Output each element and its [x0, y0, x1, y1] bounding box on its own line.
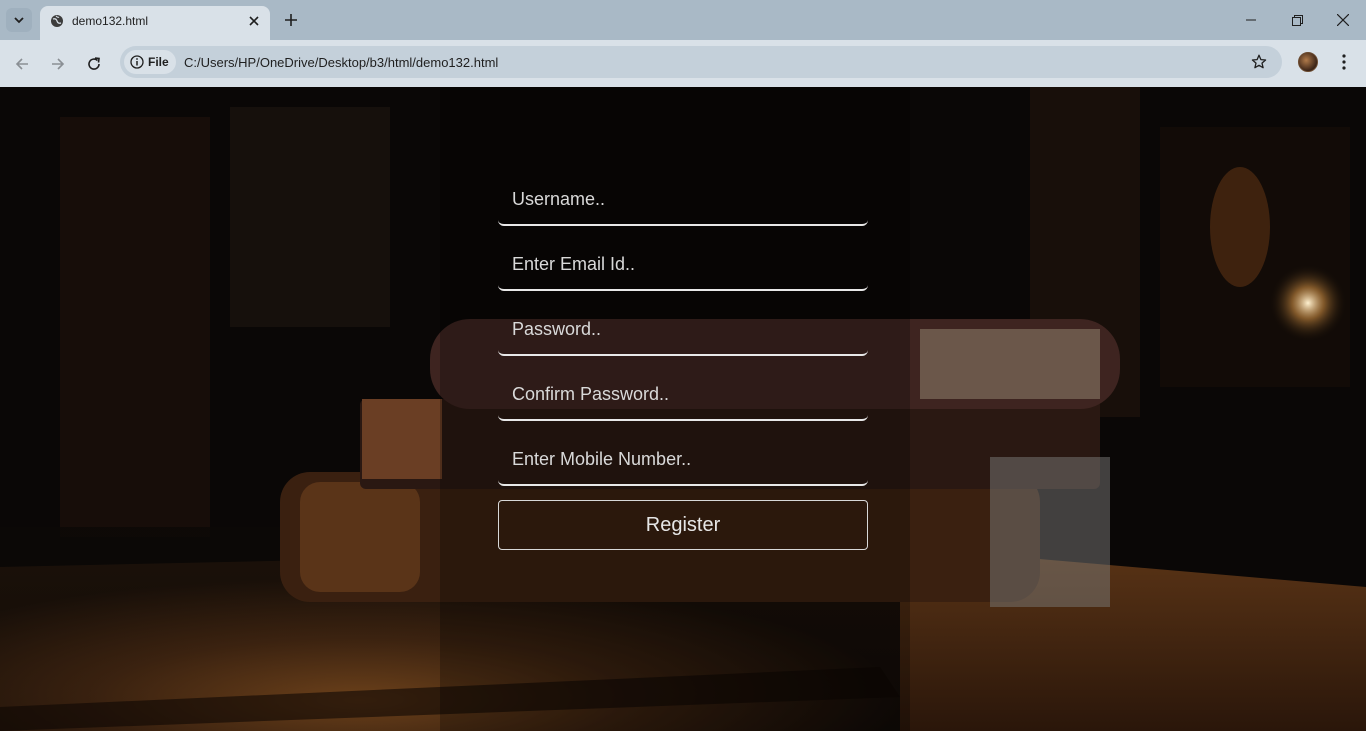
bookmark-button[interactable] — [1250, 53, 1268, 71]
forward-arrow-icon — [52, 58, 65, 70]
forward-button[interactable] — [44, 50, 72, 78]
reload-button[interactable] — [80, 50, 108, 78]
site-chip-label: File — [148, 55, 169, 69]
back-arrow-icon — [15, 58, 28, 70]
back-button[interactable] — [8, 50, 36, 78]
browser-toolbar: File C:/Users/HP/OneDrive/Desktop/b3/htm… — [0, 40, 1366, 87]
restore-icon — [1291, 14, 1303, 26]
browser-menu-button[interactable] — [1333, 51, 1355, 73]
browser-titlebar: demo132.html — [0, 0, 1366, 40]
close-icon — [249, 16, 259, 26]
avatar[interactable] — [1298, 52, 1318, 72]
star-icon — [1251, 54, 1267, 69]
reload-icon — [88, 57, 100, 70]
close-icon — [1337, 14, 1349, 26]
username-field[interactable] — [498, 175, 868, 226]
tab-title: demo132.html — [72, 14, 149, 28]
tab-close-button[interactable] — [246, 13, 262, 29]
minimize-icon — [1246, 19, 1256, 21]
password-field[interactable] — [498, 305, 868, 356]
register-form: Register — [498, 175, 868, 550]
address-bar[interactable]: File C:/Users/HP/OneDrive/Desktop/b3/htm… — [120, 46, 1282, 78]
chevron-down-icon — [14, 17, 24, 24]
url-text[interactable]: C:/Users/HP/OneDrive/Desktop/b3/html/dem… — [184, 55, 498, 70]
email-field[interactable] — [498, 240, 868, 291]
plus-icon — [285, 14, 297, 26]
mobile-number-field[interactable] — [498, 435, 868, 486]
browser-tab[interactable]: demo132.html — [40, 6, 270, 40]
kebab-menu-icon — [1342, 54, 1346, 70]
confirm-password-field[interactable] — [498, 370, 868, 421]
new-tab-button[interactable] — [280, 9, 302, 31]
minimize-button[interactable] — [1228, 0, 1274, 40]
page-viewport: Register — [0, 87, 1366, 731]
globe-icon — [51, 15, 63, 27]
site-info-chip[interactable]: File — [124, 50, 176, 74]
close-window-button[interactable] — [1320, 0, 1366, 40]
tab-list-button[interactable] — [6, 8, 32, 32]
register-button[interactable]: Register — [498, 500, 868, 550]
restore-button[interactable] — [1274, 0, 1320, 40]
info-icon — [130, 55, 144, 69]
